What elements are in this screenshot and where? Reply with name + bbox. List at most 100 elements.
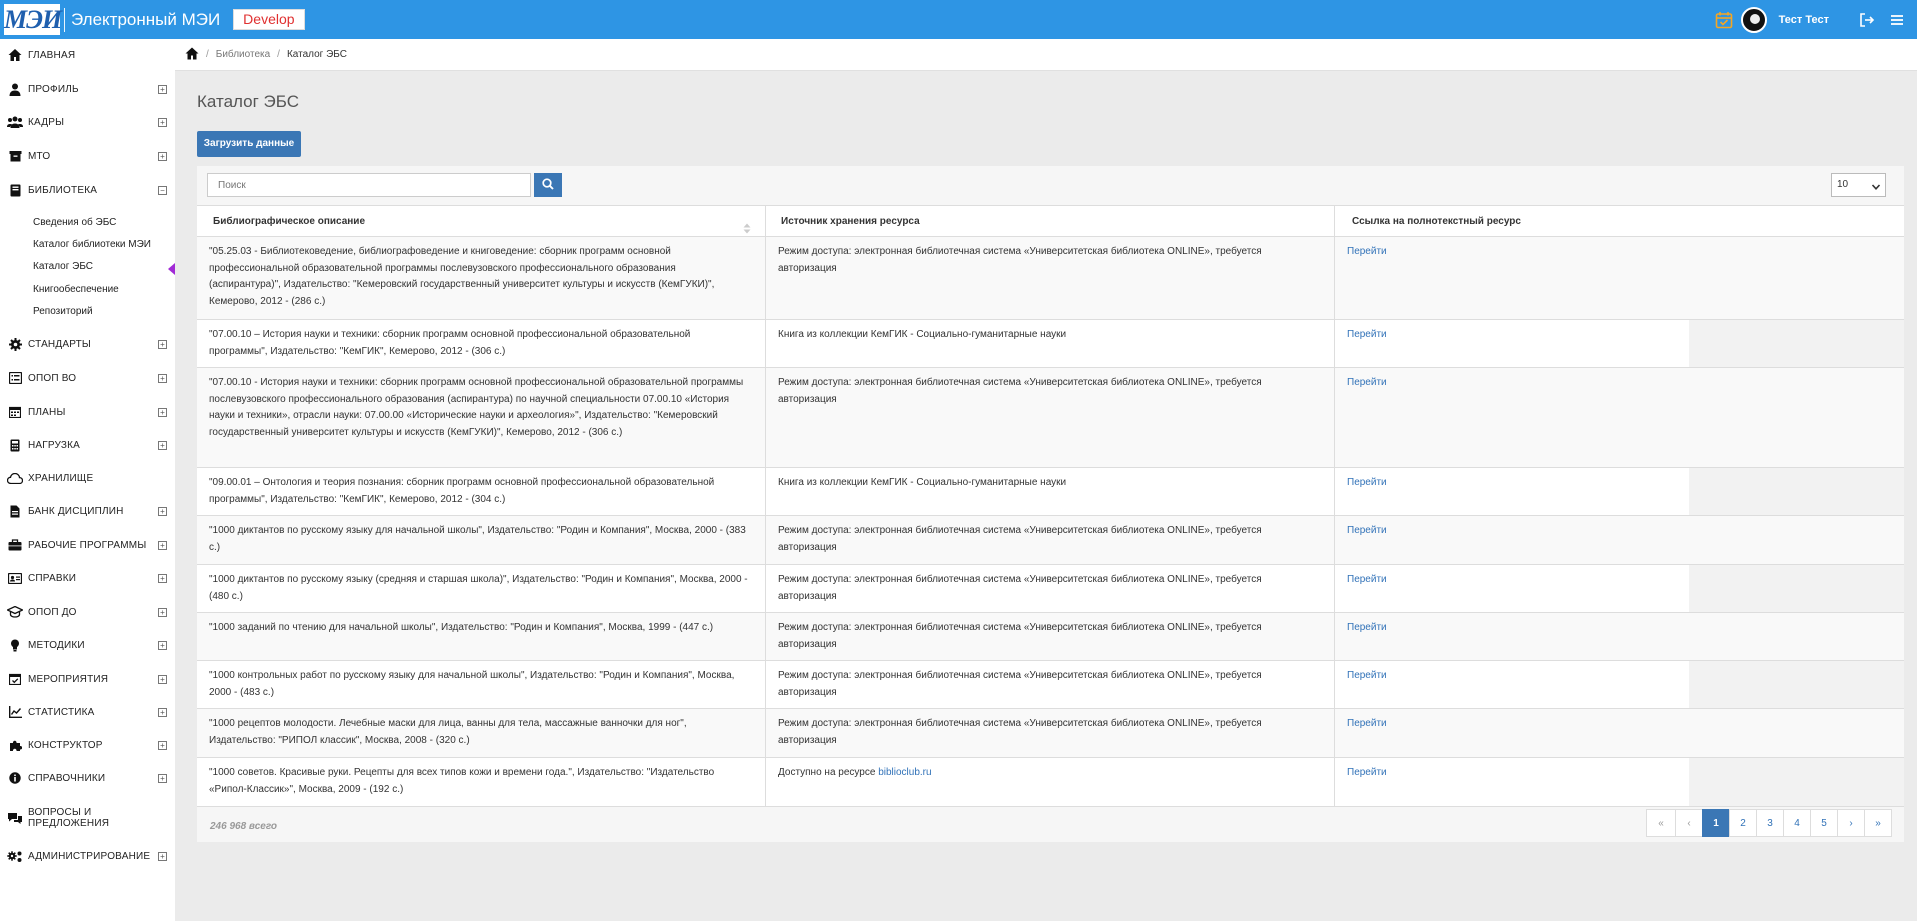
user-name[interactable]: Тест Тест (1779, 14, 1829, 26)
list-icon (7, 370, 23, 386)
sidebar-item-work-programs[interactable]: РАБОЧИЕ ПРОГРАММЫ + (0, 534, 175, 556)
cell-link: Перейти (1335, 516, 1904, 564)
pager-last[interactable]: » (1864, 809, 1892, 837)
sidebar-item-opop-vo[interactable]: ОПОП ВО + (0, 367, 175, 389)
book-icon (7, 182, 23, 198)
sidebar-item-plans[interactable]: ПЛАНЫ + (0, 401, 175, 423)
sidebar-item-administration[interactable]: АДМИНИСТРИРОВАНИЕ + (0, 845, 175, 867)
cell-source: Книга из коллекции КемГИК - Социально-гу… (766, 468, 1335, 515)
sidebar-item-references[interactable]: СПРАВКИ + (0, 567, 175, 589)
avatar[interactable] (1740, 6, 1767, 33)
sidebar-item-label: АДМИНИСТРИРОВАНИЕ (28, 850, 151, 862)
sidebar-item-feedback[interactable]: ВОПРОСЫ И ПРЕДЛОЖЕНИЯ (0, 805, 175, 831)
expand-toggle[interactable]: + (158, 573, 167, 583)
go-link[interactable]: Перейти (1347, 477, 1387, 488)
column-header-description[interactable]: Библиографическое описание (197, 206, 766, 237)
sidebar-item-home[interactable]: ГЛАВНАЯ (0, 44, 175, 66)
expand-toggle[interactable]: + (158, 84, 167, 94)
source-link[interactable]: biblioclub.ru (878, 767, 931, 778)
table-row: "1000 контрольных работ по русскому язык… (197, 661, 1904, 709)
sidebar-subitem-book-supply[interactable]: Книгообеспечение (33, 284, 119, 295)
sidebar-subitem-mei-catalog[interactable]: Каталог библиотеки МЭИ (33, 239, 151, 250)
logout-icon[interactable] (1857, 10, 1877, 30)
chevron-down-icon (1871, 179, 1881, 201)
load-data-button[interactable]: Загрузить данные (197, 131, 301, 157)
cell-source: Режим доступа: электронная библиотечная … (766, 368, 1335, 467)
cell-link: Перейти (1335, 613, 1904, 660)
pager-page-3[interactable]: 3 (1756, 809, 1784, 837)
sidebar-item-constructor[interactable]: КОНСТРУКТОР + (0, 734, 175, 756)
sidebar-item-opop-do[interactable]: ОПОП ДО + (0, 601, 175, 623)
expand-toggle[interactable]: + (158, 506, 167, 516)
expand-toggle[interactable]: + (158, 373, 167, 383)
expand-toggle[interactable]: + (158, 339, 167, 349)
pager-page-1[interactable]: 1 (1702, 809, 1730, 837)
expand-toggle[interactable]: + (158, 117, 167, 127)
sidebar-item-standards[interactable]: СТАНДАРТЫ + (0, 333, 175, 355)
briefcase-icon (7, 537, 23, 553)
cog-icon (7, 336, 23, 352)
go-link[interactable]: Перейти (1347, 622, 1387, 633)
cell-source: Режим доступа: электронная библиотечная … (766, 709, 1335, 757)
expand-toggle[interactable]: + (158, 707, 167, 717)
sidebar-item-label: МТО (28, 150, 51, 162)
expand-toggle[interactable]: + (158, 851, 167, 861)
table-row: "07.00.10 – История науки и техники: сбо… (197, 320, 1904, 368)
sort-icon[interactable] (743, 216, 751, 234)
go-link[interactable]: Перейти (1347, 377, 1387, 388)
expand-toggle[interactable]: + (158, 151, 167, 161)
sidebar-item-methods[interactable]: МЕТОДИКИ + (0, 634, 175, 656)
pager-page-5[interactable]: 5 (1810, 809, 1838, 837)
sidebar-subitem-ebs-catalog[interactable]: Каталог ЭБС (33, 261, 93, 272)
pager-prev[interactable]: ‹ (1675, 809, 1703, 837)
search-button[interactable] (534, 173, 562, 197)
pager-page-2[interactable]: 2 (1729, 809, 1757, 837)
go-link[interactable]: Перейти (1347, 767, 1387, 778)
breadcrumb: / Библиотека / Каталог ЭБС (175, 39, 1917, 71)
sidebar-item-label: МЕТОДИКИ (28, 639, 85, 651)
page-size-select[interactable]: 10 (1831, 173, 1886, 197)
sidebar-item-statistics[interactable]: СТАТИСТИКА + (0, 701, 175, 723)
logo-mark: МЭИ (4, 4, 62, 35)
expand-toggle[interactable]: + (158, 540, 167, 550)
sidebar-item-label: ОПОП ДО (28, 606, 77, 618)
sidebar-subitem-ebs-info[interactable]: Сведения об ЭБС (33, 217, 116, 228)
go-link[interactable]: Перейти (1347, 329, 1387, 340)
sidebar-item-staff[interactable]: КАДРЫ + (0, 111, 175, 133)
breadcrumb-library[interactable]: Библиотека (216, 49, 270, 60)
sidebar-item-directories[interactable]: СПРАВОЧНИКИ + (0, 767, 175, 789)
sidebar-item-profile[interactable]: ПРОФИЛЬ + (0, 78, 175, 100)
home-icon[interactable] (185, 47, 199, 63)
go-link[interactable]: Перейти (1347, 670, 1387, 681)
collapse-toggle[interactable]: − (158, 185, 167, 195)
expand-toggle[interactable]: + (158, 773, 167, 783)
pager-page-4[interactable]: 4 (1783, 809, 1811, 837)
calendar-check-icon[interactable] (1715, 11, 1733, 29)
menu-icon[interactable] (1887, 10, 1907, 30)
sidebar-item-storage[interactable]: ХРАНИЛИЩЕ (0, 467, 175, 489)
search-input[interactable] (207, 173, 531, 197)
expand-toggle[interactable]: + (158, 407, 167, 417)
box-icon (7, 148, 23, 164)
sidebar-subitem-repository[interactable]: Репозиторий (33, 306, 93, 317)
logo[interactable]: МЭИ Электронный МЭИ (4, 0, 220, 39)
go-link[interactable]: Перейти (1347, 246, 1387, 257)
expand-toggle[interactable]: + (158, 674, 167, 684)
pager-first[interactable]: « (1646, 809, 1676, 837)
sidebar-item-library[interactable]: БИБЛИОТЕКА − (0, 179, 175, 201)
expand-toggle[interactable]: + (158, 440, 167, 450)
go-link[interactable]: Перейти (1347, 574, 1387, 585)
sidebar-item-events[interactable]: МЕРОПРИЯТИЯ + (0, 668, 175, 690)
expand-toggle[interactable]: + (158, 740, 167, 750)
sidebar-item-label: СТАНДАРТЫ (28, 338, 91, 350)
cell-description: "1000 диктантов по русскому языку (средн… (197, 565, 766, 612)
cogs-icon (7, 848, 23, 864)
sidebar-item-discipline-bank[interactable]: БАНК ДИСЦИПЛИН + (0, 500, 175, 522)
expand-toggle[interactable]: + (158, 640, 167, 650)
pager-next[interactable]: › (1837, 809, 1865, 837)
expand-toggle[interactable]: + (158, 607, 167, 617)
sidebar-item-workload[interactable]: НАГРУЗКА + (0, 434, 175, 456)
go-link[interactable]: Перейти (1347, 718, 1387, 729)
go-link[interactable]: Перейти (1347, 525, 1387, 536)
sidebar-item-mto[interactable]: МТО + (0, 145, 175, 167)
